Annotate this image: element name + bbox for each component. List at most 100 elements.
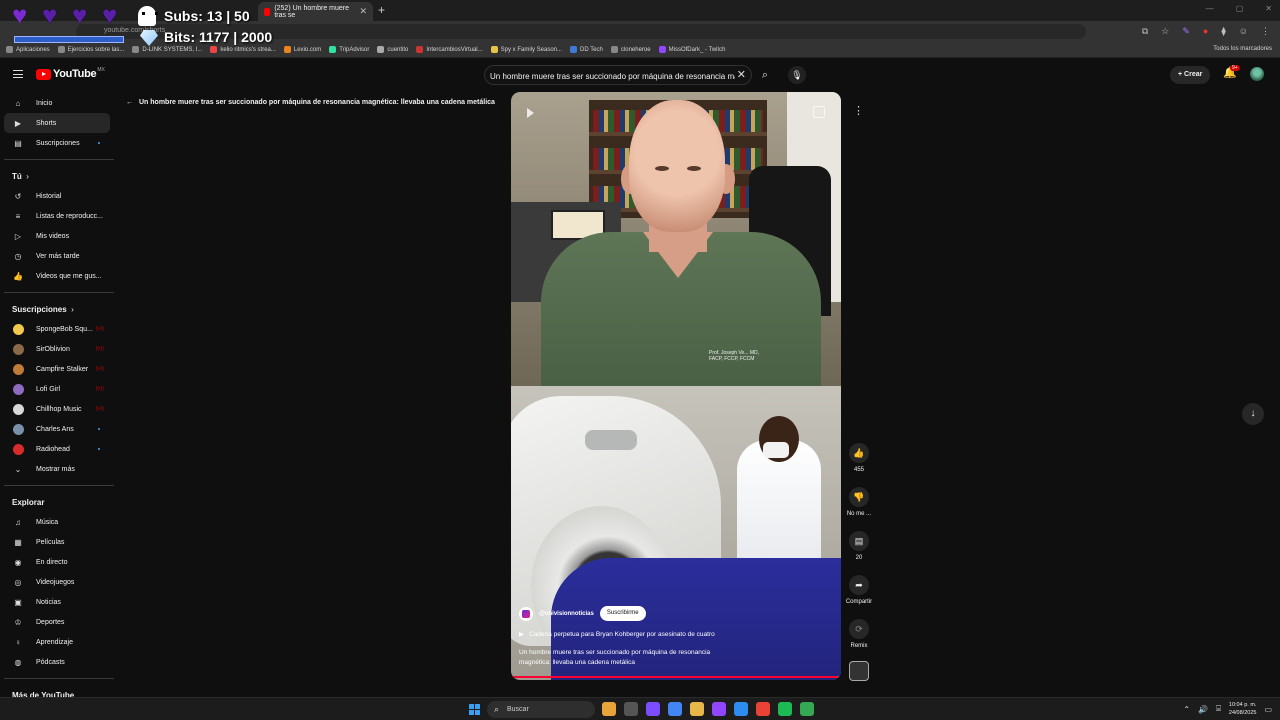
sidebar-item-en-directo[interactable]: ◉ En directo [0, 552, 118, 572]
sidebar-item-noticias[interactable]: ▣ Noticias [0, 592, 118, 612]
sidebar-item-musica[interactable]: ♫ Música [0, 512, 118, 532]
new-tab-icon[interactable]: + [378, 3, 385, 17]
bookmark-item[interactable]: cloneheroe [610, 46, 651, 53]
bookmark-star-icon[interactable]: ☆ [1161, 26, 1169, 37]
remix-label: Remix [850, 643, 868, 649]
minimize-icon[interactable]: — [1206, 4, 1214, 13]
bookmark-item[interactable]: Lexio.com [283, 46, 321, 53]
bookmark-folder[interactable]: cuentito [377, 46, 408, 53]
sidebar-item-inicio[interactable]: ⌂ Inicio [0, 93, 118, 113]
search-icon[interactable]: ⌕ [754, 65, 776, 85]
bookmark-item[interactable]: IntercambiosVirtual... [416, 46, 483, 53]
subscribe-button[interactable]: Suscribirme [599, 606, 646, 621]
menu-icon[interactable] [13, 70, 23, 78]
sidebar-item-podcasts[interactable]: ◍ Pódcasts [0, 652, 118, 672]
profile-icon[interactable]: ☺ [1239, 26, 1248, 37]
twitch-icon[interactable] [712, 702, 726, 716]
dislike-button[interactable]: 👎 No me ... [842, 487, 876, 531]
channel-name[interactable]: @univisionnoticias [539, 611, 594, 617]
network-icon[interactable]: ⌸ [1216, 704, 1221, 714]
sidebar-item-suscripciones[interactable]: ▤ Suscripciones [0, 133, 118, 153]
fullscreen-icon[interactable] [813, 106, 825, 118]
show-more-button[interactable]: ⌄ Mostrar más [0, 459, 118, 479]
volume-icon[interactable]: 🔊 [1198, 705, 1208, 714]
sound-thumbnail[interactable] [849, 661, 869, 681]
account-avatar[interactable] [1250, 67, 1264, 81]
app-icon[interactable] [800, 702, 814, 716]
app-icon[interactable] [734, 702, 748, 716]
shorts-player[interactable]: Prof. Joseph Ve... MD, FACP, FCCP, FCCM … [511, 92, 841, 680]
play-icon[interactable] [527, 108, 534, 118]
bookmark-item[interactable]: DD Tech [570, 46, 603, 53]
clear-search-icon[interactable]: ✕ [737, 69, 746, 81]
browser-tab-youtube[interactable]: (252) Un hombre muere tras se ✕ [258, 2, 373, 21]
live-indicator: ((•)) [95, 326, 104, 332]
live-indicator: ((•)) [95, 386, 104, 392]
channel-avatar[interactable] [519, 606, 533, 621]
sidebar-item-deportes[interactable]: ♔ Deportes [0, 612, 118, 632]
you-section-header[interactable]: Tú › [0, 166, 118, 186]
bookmark-item[interactable]: Spy x Family Season... [490, 46, 562, 53]
menu-dots-icon[interactable]: ⋮ [1261, 26, 1270, 37]
microphone-icon[interactable]: 🎙 [788, 66, 806, 84]
sidebar-item-peliculas[interactable]: ▦ Películas [0, 532, 118, 552]
related-video-link[interactable]: ▶ Cadena perpetua para Bryan Kohberger po… [519, 630, 715, 638]
remix-button[interactable]: ⟳ Remix [842, 619, 876, 663]
close-window-icon[interactable]: ✕ [1265, 4, 1272, 13]
comments-button[interactable]: ▤ 20 [842, 531, 876, 575]
extensions-icon[interactable]: ⧫ [1221, 26, 1225, 37]
clock[interactable]: 10:04 p. m. 24/08/2025 [1229, 701, 1257, 717]
more-options-icon[interactable]: ⋮ [853, 104, 864, 117]
youtube-logo[interactable]: YouTube MX [36, 67, 105, 80]
task-view-icon[interactable] [624, 702, 638, 716]
app-icon[interactable] [756, 702, 770, 716]
restore-icon[interactable]: ▢ [1236, 4, 1244, 13]
progress-bar[interactable] [511, 676, 841, 678]
like-button[interactable]: 👍 455 [842, 443, 876, 487]
subscription-channel[interactable]: Campfire Stalker ((•)) [0, 359, 118, 379]
subscription-channel[interactable]: Lofi Girl ((•)) [0, 379, 118, 399]
subscription-channel[interactable]: SpongeBob Squ... ((•)) [0, 319, 118, 339]
bookmark-item[interactable]: Aplicaciones [6, 46, 50, 53]
chrome-icon[interactable] [668, 702, 682, 716]
notification-center-icon[interactable]: ▭ [1264, 705, 1272, 714]
extension-red-icon[interactable]: ● [1203, 26, 1208, 37]
sidebar-item-aprendizaje[interactable]: ♀ Aprendizaje [0, 632, 118, 652]
next-short-arrow-icon[interactable]: ↓ [1242, 403, 1264, 425]
file-explorer-icon[interactable] [602, 702, 616, 716]
tray-chevron-icon[interactable]: ⌃ [1183, 705, 1190, 714]
spotify-icon[interactable] [778, 702, 792, 716]
movies-icon: ▦ [14, 537, 22, 547]
folder-icon[interactable] [690, 702, 704, 716]
close-tab-icon[interactable]: ✕ [359, 6, 367, 17]
subscription-channel[interactable]: Chillhop Music ((•)) [0, 399, 118, 419]
bookmark-item[interactable]: MissOfDark_ - Twitch [658, 46, 726, 53]
bookmark-item[interactable]: D-LINK SYSTEMS, I... [132, 46, 202, 53]
sidebar-item-liked[interactable]: 👍 Videos que me gus... [0, 266, 118, 286]
app-icon[interactable] [646, 702, 660, 716]
sidebar-item-ver-mas-tarde[interactable]: ◷ Ver más tarde [0, 246, 118, 266]
sidebar-item-historial[interactable]: ↺ Historial [0, 186, 118, 206]
subscription-channel[interactable]: SirOblivion ((•)) [0, 339, 118, 359]
back-and-title[interactable]: ← Un hombre muere tras ser succionado por… [126, 99, 495, 106]
install-icon[interactable]: ⧉ [1142, 26, 1148, 37]
subscriptions-section-header[interactable]: Suscripciones › [0, 299, 118, 319]
playlist-icon: ≡ [15, 211, 21, 221]
bookmark-item[interactable]: Ejercicios sobre las... [57, 46, 124, 53]
windows-start-icon[interactable] [469, 704, 480, 715]
bookmark-item[interactable]: kelio ritmics's strea... [210, 46, 276, 53]
share-button[interactable]: ➦ Compartir [842, 575, 876, 619]
subscription-channel[interactable]: Charles Ans [0, 419, 118, 439]
sidebar-item-mis-videos[interactable]: ▷ Mis videos [0, 226, 118, 246]
create-button[interactable]: + Crear [1170, 66, 1211, 84]
subscription-channel[interactable]: Radiohead [0, 439, 118, 459]
all-bookmarks[interactable]: Todos los marcadores [1213, 46, 1272, 52]
back-arrow-icon[interactable]: ← [126, 99, 133, 106]
sidebar-item-shorts[interactable]: ▶ Shorts [4, 113, 110, 133]
sidebar-item-videojuegos[interactable]: ◎ Videojuegos [0, 572, 118, 592]
taskbar-search[interactable]: Buscar [487, 701, 595, 718]
search-input[interactable] [490, 69, 735, 83]
sidebar-item-listas[interactable]: ≡ Listas de reproducc... [0, 206, 118, 226]
bookmark-item[interactable]: TripAdvisor [329, 46, 369, 53]
extension-icon[interactable]: ✎ [1182, 26, 1190, 37]
